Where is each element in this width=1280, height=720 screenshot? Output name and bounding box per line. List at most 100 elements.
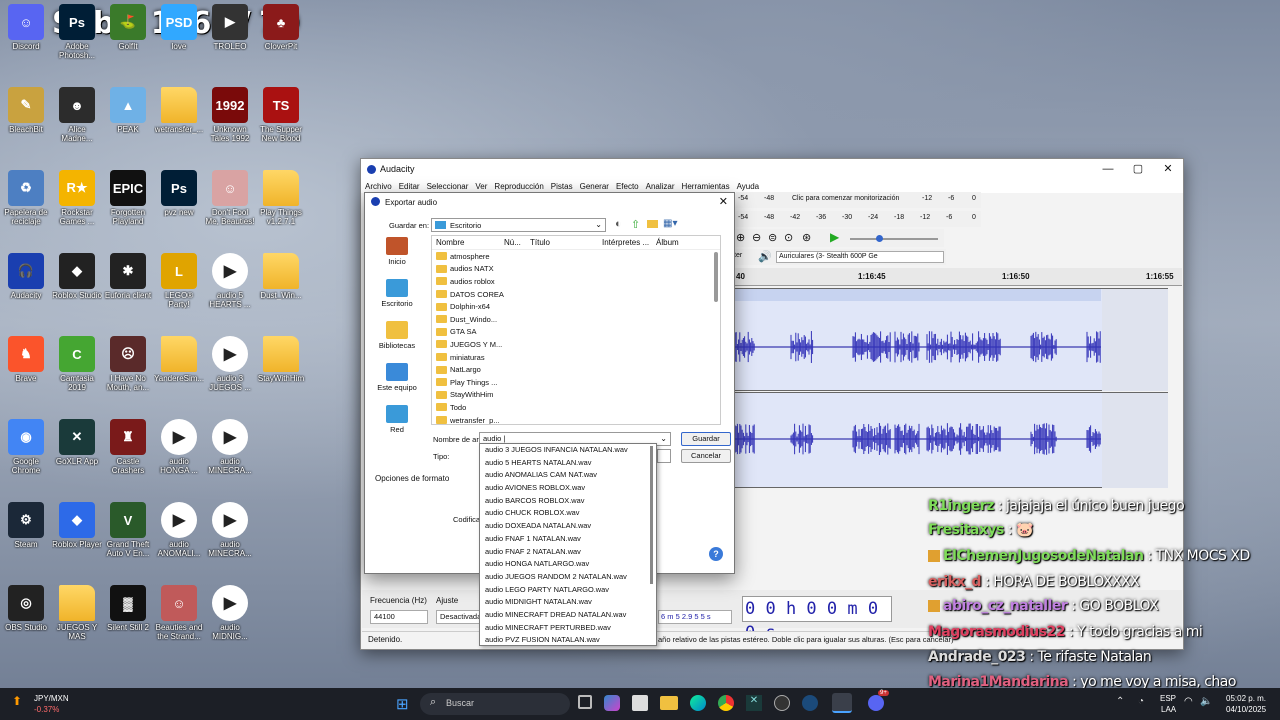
menu-item[interactable]: Generar xyxy=(580,182,609,191)
desktop-icon[interactable]: ◉ Google Chrome xyxy=(1,419,51,475)
desktop-icon[interactable]: ☹ I Have No Mouth, an... xyxy=(103,336,153,392)
chrome-icon[interactable] xyxy=(718,695,734,711)
file-row[interactable]: Todo xyxy=(432,401,720,414)
audio-track-2[interactable] xyxy=(734,392,1168,488)
play-at-speed-icon[interactable]: ▶ xyxy=(830,230,839,244)
desktop-icon[interactable]: ☺ Beauties and the Strand... xyxy=(154,585,204,641)
autocomplete-option[interactable]: audio ANOMALIAS CAM NAT.wav xyxy=(480,469,656,482)
column-title[interactable]: Título xyxy=(530,238,602,247)
autocomplete-option[interactable]: audio DOXEADA NATALAN.wav xyxy=(480,520,656,533)
desktop-icon[interactable]: ☻ Alice Madne... xyxy=(52,87,102,143)
maximize-button[interactable]: ▢ xyxy=(1123,159,1153,179)
desktop-icon[interactable]: ✱ Euforia client xyxy=(103,253,153,300)
desktop-icon[interactable]: Ps pvz new xyxy=(154,170,204,217)
autocomplete-option[interactable]: audio FNAF 2 NATALAN.wav xyxy=(480,546,656,559)
menu-item[interactable]: Analizar xyxy=(646,182,675,191)
menu-item[interactable]: Herramientas xyxy=(682,182,730,191)
selection-end-time[interactable]: 6 m 5 2.9 5 5 s xyxy=(658,610,732,624)
autocomplete-option[interactable]: audio 5 HEARTS NATALAN.wav xyxy=(480,457,656,470)
file-row[interactable]: Dust_Windo... xyxy=(432,313,720,326)
wifi-icon[interactable]: ◠ xyxy=(1184,696,1193,707)
audacity-taskbar-icon[interactable] xyxy=(832,693,852,713)
snap-select[interactable]: Desactivada xyxy=(436,610,482,624)
sidebar-item[interactable]: Este equipo xyxy=(371,363,423,405)
desktop-icon[interactable]: ▶ audio MIDNIG... xyxy=(205,585,255,641)
menu-item[interactable]: Ayuda xyxy=(737,182,760,191)
type-select[interactable] xyxy=(657,449,671,463)
output-device-select[interactable]: Auriculares (3- Stealth 600P Ge xyxy=(776,251,944,263)
store-icon[interactable] xyxy=(632,695,648,711)
stock-name[interactable]: JPY/MXN xyxy=(34,694,69,703)
file-row[interactable]: atmosphere xyxy=(432,250,720,263)
dropdown-scrollbar[interactable] xyxy=(650,446,653,584)
desktop-icon[interactable]: V Grand Theft Auto V En... xyxy=(103,502,153,558)
menu-item[interactable]: Efecto xyxy=(616,182,639,191)
menu-item[interactable]: Editar xyxy=(399,182,420,191)
autocomplete-option[interactable]: audio MINECRAFT DREAD NATALAN.wav xyxy=(480,609,656,622)
file-list[interactable]: Nombre Nú... Título Intérpretes ... Álbu… xyxy=(431,235,721,425)
desktop-icon[interactable]: TS The Supper New Blood xyxy=(256,87,306,143)
desktop-icon[interactable]: ◆ Roblox Studio xyxy=(52,253,102,300)
dialog-close-button[interactable]: ✕ xyxy=(719,195,728,208)
column-name[interactable]: Nombre xyxy=(432,238,504,247)
file-row[interactable]: wetransfer_p... xyxy=(432,414,720,424)
menu-item[interactable]: Reproducción xyxy=(494,182,543,191)
file-row[interactable]: JUEGOS Y M... xyxy=(432,338,720,351)
sidebar-item[interactable]: Inicio xyxy=(371,237,423,279)
sidebar-item[interactable]: Red xyxy=(371,405,423,447)
zoom-out-icon[interactable]: ⊖ xyxy=(752,231,761,244)
audio-position-time[interactable]: 0 0 h 0 0 m 0 0 s xyxy=(742,596,892,643)
autocomplete-option[interactable]: audio JUEGOS RANDOM 2 NATALAN.wav xyxy=(480,571,656,584)
desktop-icon[interactable]: Dust_Win... xyxy=(256,253,306,300)
desktop-icon[interactable]: ✕ GoXLR App xyxy=(52,419,102,466)
lang-indicator[interactable]: ESP xyxy=(1160,694,1176,703)
desktop-icon[interactable]: ⛳ GolfIt xyxy=(103,4,153,51)
autocomplete-option[interactable]: audio BARCOS ROBLOX.wav xyxy=(480,495,656,508)
file-explorer-icon[interactable] xyxy=(660,696,678,710)
minimize-button[interactable]: — xyxy=(1093,159,1123,179)
menu-item[interactable]: Pistas xyxy=(551,182,573,191)
up-folder-icon[interactable]: ⇧ xyxy=(631,218,640,231)
desktop-icon[interactable]: Play Things v1.2.7.1 xyxy=(256,170,306,226)
column-album[interactable]: Álbum xyxy=(656,238,706,247)
new-folder-icon[interactable] xyxy=(647,220,658,228)
desktop-icon[interactable]: ✎ BleachBit xyxy=(1,87,51,134)
desktop-icon[interactable]: ▶ audio MINECRA... xyxy=(205,419,255,475)
timeline-ruler[interactable]: 40 1:16:45 1:16:50 1:16:55 xyxy=(734,268,1182,286)
autocomplete-option[interactable]: audio FNAF 1 NATALAN.wav xyxy=(480,533,656,546)
autocomplete-option[interactable]: audio AVIONES ROBLOX.wav xyxy=(480,482,656,495)
file-row[interactable]: DATOS COREA xyxy=(432,288,720,301)
desktop-icon[interactable]: ⚙ Steam xyxy=(1,502,51,549)
save-in-select[interactable]: Escritorio ⌄ xyxy=(431,218,606,232)
desktop-icon[interactable]: L LEGO® Party! xyxy=(154,253,204,309)
start-button[interactable]: ⊞ xyxy=(396,695,409,713)
autocomplete-option[interactable]: audio HONGA NATLARGO.wav xyxy=(480,558,656,571)
autocomplete-option[interactable]: audio MINECRAFT PERTURBED.wav xyxy=(480,622,656,635)
autocomplete-option[interactable]: audio 3 JUEGOS INFANCIA NATALAN.wav xyxy=(480,444,656,457)
desktop-icon[interactable]: ▶ audio MINECRA... xyxy=(205,502,255,558)
desktop-icon[interactable]: ☺ Don't Fool Me, Beauties! xyxy=(205,170,255,226)
zoom-in-icon[interactable]: ⊕ xyxy=(736,231,745,244)
goxlr-icon[interactable]: ✕ xyxy=(746,695,762,711)
autocomplete-option[interactable]: audio MIDNIGHT NATALAN.wav xyxy=(480,596,656,609)
desktop-icon[interactable]: StayWithHim xyxy=(256,336,306,383)
desktop-icon[interactable]: 1992 Unknown Tales 1992 xyxy=(205,87,255,143)
desktop-icon[interactable]: 🎧 Audacity xyxy=(1,253,51,300)
audio-track-1[interactable] xyxy=(734,288,1168,391)
desktop-icon[interactable]: ▲ PEAK xyxy=(103,87,153,134)
desktop-icon[interactable]: ♞ Brave xyxy=(1,336,51,383)
file-row[interactable]: NatLargo xyxy=(432,363,720,376)
autocomplete-option[interactable]: audio CHUCK ROBLOX.wav xyxy=(480,507,656,520)
fit-project-icon[interactable]: ⊙ xyxy=(784,231,793,244)
desktop-icon[interactable]: ☺ Discord xyxy=(1,4,51,51)
desktop-icon[interactable]: ▶ audio ANOMALI... xyxy=(154,502,204,558)
cancel-button[interactable]: Cancelar xyxy=(681,449,731,463)
tray-app-icon[interactable]: ◔ xyxy=(1138,696,1144,707)
steam-icon[interactable] xyxy=(802,695,818,711)
desktop-icon[interactable]: ▓ Silent Still 2 xyxy=(103,585,153,632)
volume-icon[interactable]: 🔈 xyxy=(1200,696,1212,707)
edge-icon[interactable] xyxy=(690,695,706,711)
desktop-icon[interactable]: ◎ OBS Studio xyxy=(1,585,51,632)
menu-item[interactable]: Seleccionar xyxy=(427,182,469,191)
search-box[interactable]: ⌕ Buscar xyxy=(420,693,570,715)
